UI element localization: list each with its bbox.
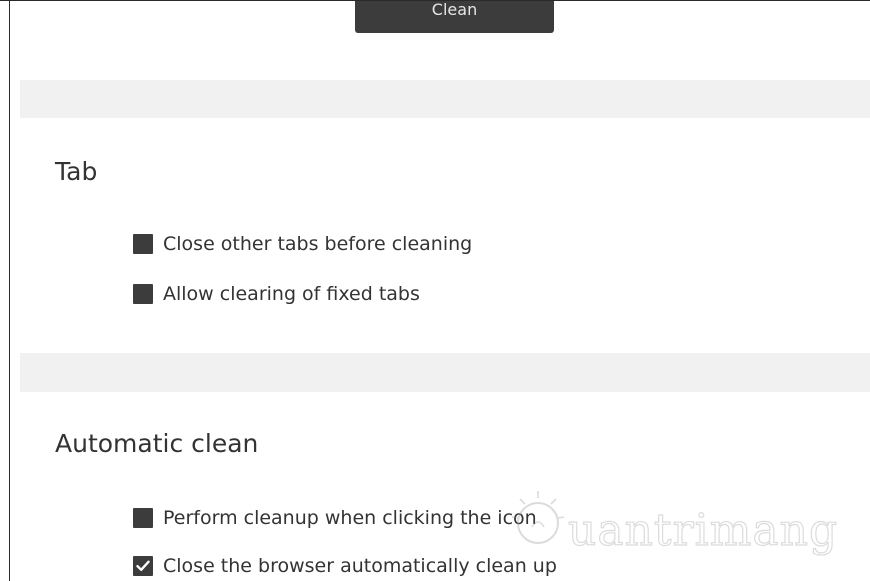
automatic-clean-section-title: Automatic clean <box>55 429 259 458</box>
close-other-tabs-label: Close other tabs before cleaning <box>163 233 473 255</box>
auto-clean-on-close-label: Close the browser automatically clean up <box>163 555 557 577</box>
close-other-tabs-checkbox[interactable] <box>133 234 153 254</box>
allow-clearing-fixed-tabs-option[interactable]: Allow clearing of fixed tabs <box>133 282 420 306</box>
auto-clean-on-close-checkbox[interactable] <box>133 556 153 576</box>
section-separator <box>20 80 870 118</box>
settings-page: Clean Tab Close other tabs before cleani… <box>0 0 870 581</box>
watermark: uantrimang <box>508 487 848 567</box>
section-separator <box>20 353 870 392</box>
cleanup-on-icon-click-checkbox[interactable] <box>133 508 153 528</box>
close-other-tabs-option[interactable]: Close other tabs before cleaning <box>133 232 472 256</box>
watermark-text: uantrimang <box>567 504 839 556</box>
cleanup-on-icon-click-label: Perform cleanup when clicking the icon <box>163 507 537 529</box>
tab-section-title: Tab <box>55 157 98 186</box>
auto-clean-on-close-option[interactable]: Close the browser automatically clean up <box>133 554 557 578</box>
cleanup-on-icon-click-option[interactable]: Perform cleanup when clicking the icon <box>133 506 537 530</box>
checkmark-icon <box>136 560 150 571</box>
allow-clearing-fixed-tabs-checkbox[interactable] <box>133 284 153 304</box>
clean-button[interactable]: Clean <box>355 1 554 33</box>
allow-clearing-fixed-tabs-label: Allow clearing of fixed tabs <box>163 283 420 305</box>
page-left-border <box>9 1 10 581</box>
